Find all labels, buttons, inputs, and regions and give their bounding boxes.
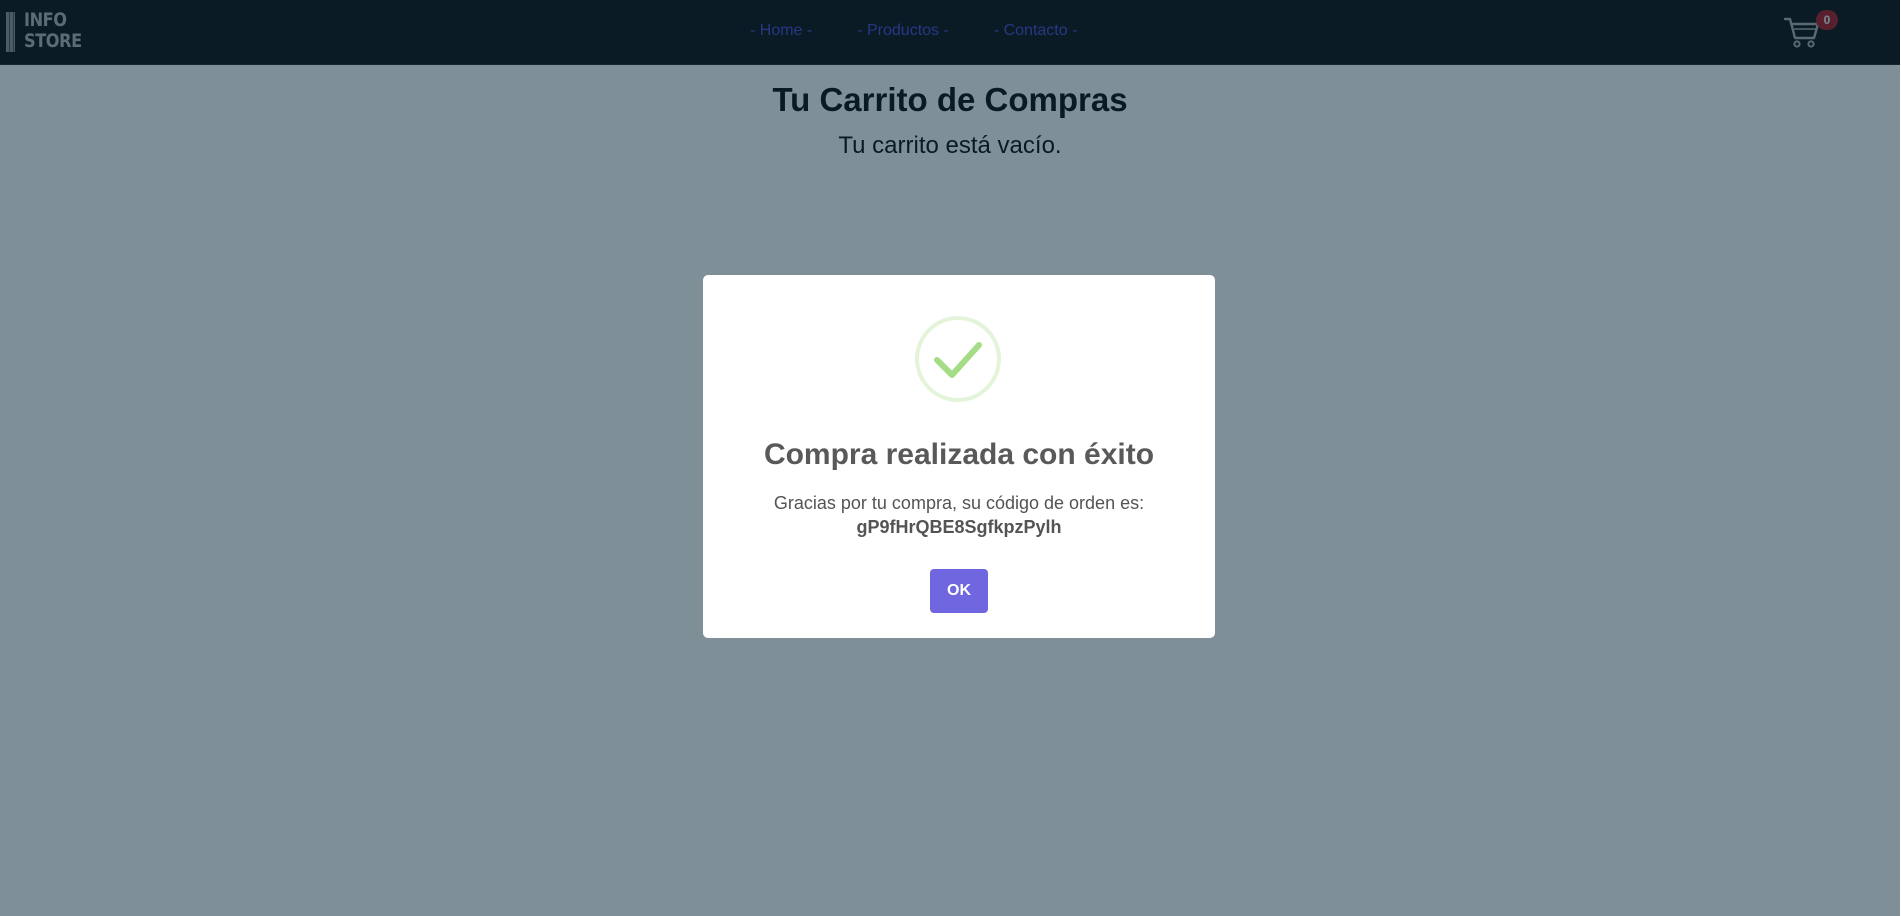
success-dialog: Compra realizada con éxito Gracias por t… [703, 275, 1215, 638]
dialog-message: Gracias por tu compra, su código de orde… [703, 491, 1215, 539]
dialog-message-text: Gracias por tu compra, su código de orde… [773, 493, 1145, 513]
check-icon [914, 315, 1002, 403]
ok-button[interactable]: OK [930, 569, 988, 613]
dialog-title: Compra realizada con éxito [763, 438, 1155, 471]
order-code: gP9fHrQBE8SgfkpzPylh [856, 517, 1062, 537]
